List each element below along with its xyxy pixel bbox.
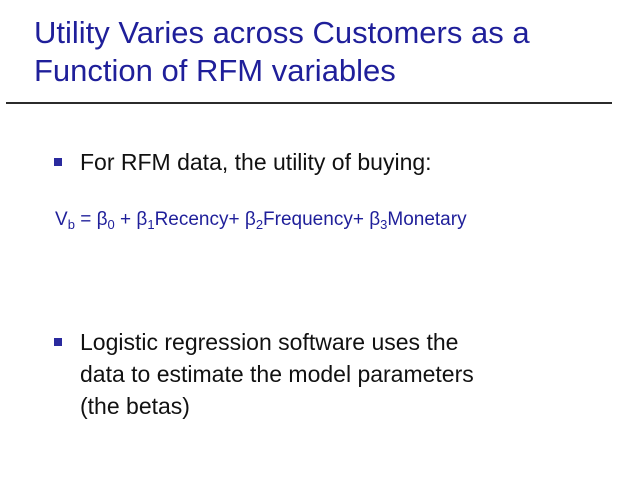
eq-beta-0: β xyxy=(96,209,108,230)
slide-title-line-2: Function of RFM variables xyxy=(34,53,396,88)
eq-beta-1: β xyxy=(136,209,148,230)
eq-equals: = xyxy=(74,209,97,230)
eq-plus: + xyxy=(114,209,137,230)
bullet-text-1: For RFM data, the utility of buying: xyxy=(80,146,594,178)
bullet-2-line-3: (the betas) xyxy=(80,393,190,419)
eq-beta-2: β xyxy=(244,209,256,230)
slide: Utility Varies across Customers as a Fun… xyxy=(0,0,621,504)
square-bullet-icon xyxy=(54,158,62,166)
eq-beta-2-subscript: 2 xyxy=(255,217,264,232)
slide-title-line-1: Utility Varies across Customers as a xyxy=(34,15,530,50)
eq-lhs-symbol: V xyxy=(55,209,68,230)
utility-equation: Vb = β0 + β1Recency+ β2Frequency+ β3Mone… xyxy=(55,207,467,233)
bullet-1-line-1: For RFM data, the utility of buying: xyxy=(80,149,432,175)
eq-beta-1-subscript: 1 xyxy=(147,217,155,232)
eq-lhs-subscript: b xyxy=(67,217,75,232)
eq-term-monetary: Monetary xyxy=(387,209,467,230)
eq-beta-3: β xyxy=(369,209,381,230)
eq-term-frequency: Frequency+ xyxy=(263,209,370,230)
slide-title: Utility Varies across Customers as a Fun… xyxy=(34,14,604,90)
bullet-2-line-2: data to estimate the model parameters xyxy=(80,361,474,387)
bullet-text-2: Logistic regression software uses the da… xyxy=(80,326,594,422)
square-bullet-icon xyxy=(54,338,62,346)
bullet-2-line-1: Logistic regression software uses the xyxy=(80,329,459,355)
title-divider xyxy=(6,102,612,104)
eq-beta-0-subscript: 0 xyxy=(107,217,115,232)
eq-term-recency: Recency+ xyxy=(154,209,245,230)
bullet-item-2: Logistic regression software uses the da… xyxy=(54,326,594,422)
bullet-item-1: For RFM data, the utility of buying: xyxy=(54,146,594,178)
